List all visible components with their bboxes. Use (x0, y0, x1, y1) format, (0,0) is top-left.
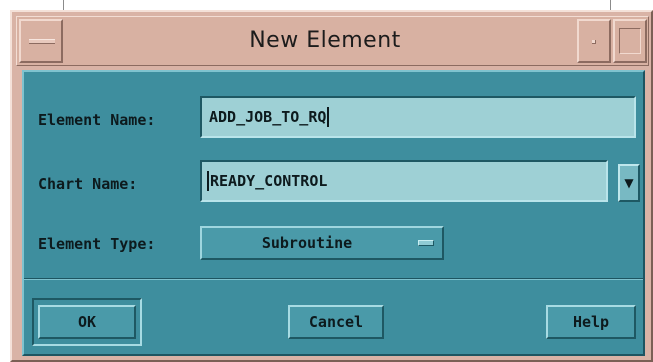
window-menu-icon (29, 39, 55, 44)
minimize-icon (592, 40, 596, 44)
element-name-label: Element Name: (38, 111, 156, 129)
element-name-value: ADD_JOB_TO_RQ (209, 108, 327, 126)
window-title: New Element (249, 27, 401, 53)
down-arrow-icon: ▼ (624, 176, 634, 190)
background-divider (610, 0, 611, 10)
new-element-dialog: New Element Element Name: ADD_JOB_TO_RQ … (10, 10, 653, 362)
minimize-button[interactable] (577, 19, 611, 63)
dialog-client-area: Element Name: ADD_JOB_TO_RQ Chart Name: … (22, 70, 645, 356)
ok-button[interactable]: OK (38, 305, 136, 339)
chart-name-value: READY_CONTROL (210, 172, 328, 190)
title-bar[interactable]: New Element (16, 16, 649, 66)
element-type-value: Subroutine (261, 234, 353, 252)
option-menu-indicator-icon (418, 240, 434, 246)
element-type-label: Element Type: (38, 235, 156, 253)
background-divider (63, 0, 64, 10)
text-cursor (327, 107, 330, 127)
separator (24, 278, 643, 280)
desktop-background (0, 0, 653, 10)
chart-name-dropdown-button[interactable]: ▼ (618, 164, 640, 202)
window-menu-button[interactable] (19, 19, 63, 63)
chart-name-field[interactable]: READY_CONTROL (200, 160, 608, 202)
maximize-icon (619, 28, 641, 54)
element-name-field[interactable]: ADD_JOB_TO_RQ (200, 96, 636, 138)
chart-name-label: Chart Name: (38, 175, 138, 193)
help-button[interactable]: Help (546, 305, 636, 339)
cancel-button[interactable]: Cancel (288, 305, 384, 339)
text-cursor (207, 171, 209, 191)
element-type-option-menu[interactable]: Subroutine (200, 226, 444, 260)
maximize-button[interactable] (613, 19, 647, 63)
